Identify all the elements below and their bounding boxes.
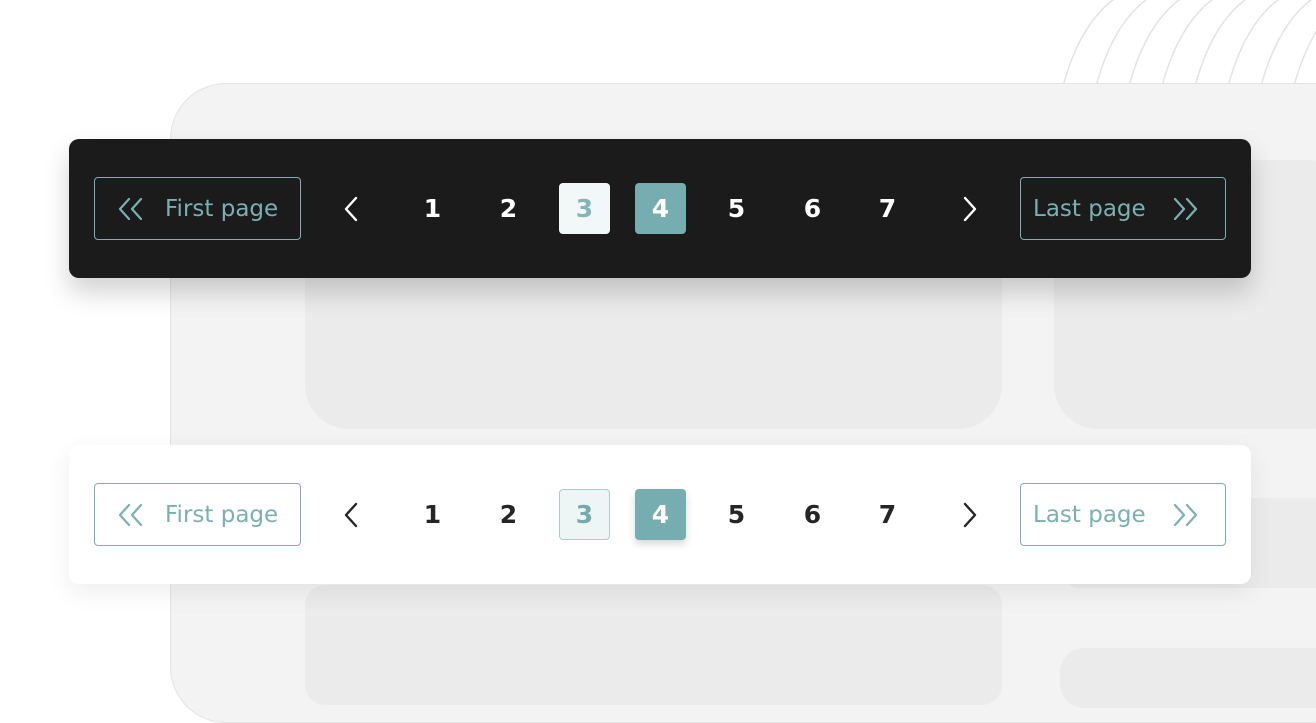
last-page-label: Last page (1033, 501, 1146, 528)
double-chevron-left-icon (118, 503, 144, 526)
first-page-label: First page (165, 501, 279, 528)
double-chevron-right-icon (1172, 197, 1198, 220)
last-page-button[interactable]: Last page (1020, 483, 1226, 546)
page-button-6[interactable]: 6 (787, 489, 838, 540)
pagination-dark: First page 1 2 3 4 5 6 7 Last page (69, 139, 1251, 278)
page-button-2[interactable]: 2 (483, 183, 534, 234)
page-button-4-current[interactable]: 4 (635, 183, 686, 234)
page-button-1[interactable]: 1 (407, 489, 458, 540)
page-button-2[interactable]: 2 (483, 489, 534, 540)
chevron-left-icon (340, 196, 364, 222)
page-button-7[interactable]: 7 (862, 489, 913, 540)
decorative-arcs (1061, 0, 1316, 90)
chevron-left-icon (340, 502, 364, 528)
first-page-label: First page (165, 195, 279, 222)
last-page-button[interactable]: Last page (1020, 177, 1226, 240)
page-button-5[interactable]: 5 (711, 183, 762, 234)
page-button-3-visited[interactable]: 3 (559, 489, 610, 540)
background-card (305, 585, 1002, 705)
next-page-button[interactable] (957, 502, 981, 528)
page-button-3-visited[interactable]: 3 (559, 183, 610, 234)
previous-page-button[interactable] (340, 502, 364, 528)
previous-page-button[interactable] (340, 196, 364, 222)
chevron-right-icon (957, 502, 981, 528)
pagination-light: First page 1 2 3 4 5 6 7 Last page (69, 445, 1251, 584)
double-chevron-right-icon (1172, 503, 1198, 526)
next-page-button[interactable] (957, 196, 981, 222)
chevron-right-icon (957, 196, 981, 222)
page-button-7[interactable]: 7 (862, 183, 913, 234)
page-button-6[interactable]: 6 (787, 183, 838, 234)
page-button-4-current[interactable]: 4 (635, 489, 686, 540)
double-chevron-left-icon (118, 197, 144, 220)
first-page-button[interactable]: First page (94, 483, 301, 546)
first-page-button[interactable]: First page (94, 177, 301, 240)
last-page-label: Last page (1033, 195, 1146, 222)
page-button-5[interactable]: 5 (711, 489, 762, 540)
page-button-1[interactable]: 1 (407, 183, 458, 234)
background-card (1060, 648, 1316, 708)
